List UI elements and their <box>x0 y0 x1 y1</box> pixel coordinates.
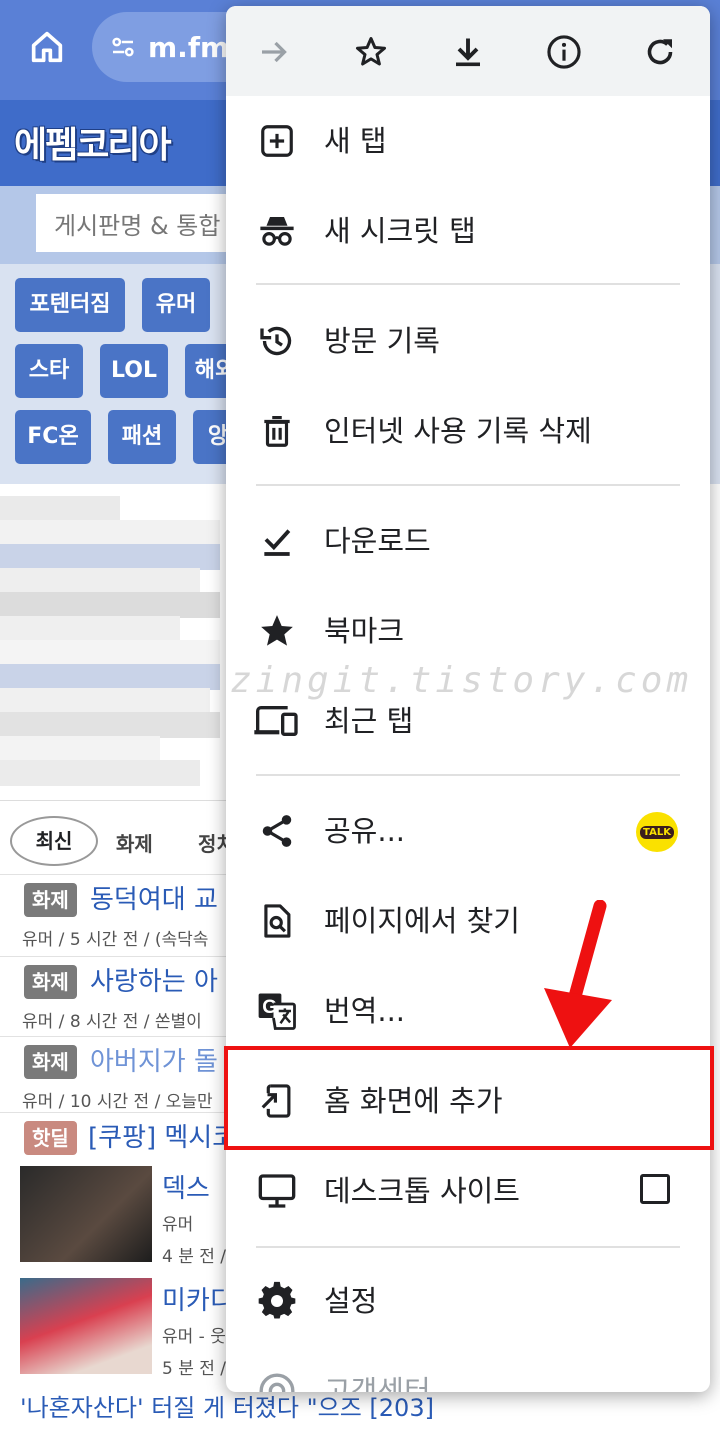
list-item[interactable]: 화제 사랑하는 아 유머 / 8 시간 전 / 쏜별이 <box>0 956 240 1037</box>
menu-item-history[interactable]: 방문 기록 <box>226 296 710 386</box>
page-info-button[interactable] <box>540 28 588 76</box>
star-icon <box>356 37 386 66</box>
menu-item-label: 페이지에서 찾기 <box>324 904 520 938</box>
site-settings-icon <box>112 37 134 57</box>
bookmark-button[interactable] <box>347 28 395 76</box>
find-in-page-icon <box>256 900 298 942</box>
history-icon <box>256 320 298 362</box>
list-item[interactable]: 화제 아버지가 돌 유머 / 10 시간 전 / 오늘만 <box>0 1036 240 1113</box>
watermark-text: zingit.tistory.com <box>230 660 693 701</box>
post-meta: 유머 / 10 시간 전 / 오늘만 <box>22 1092 213 1112</box>
menu-divider <box>256 1246 680 1248</box>
blurred-content <box>0 486 225 786</box>
tag-button[interactable]: 포텐터짐 <box>15 278 125 332</box>
menu-divider <box>256 774 680 776</box>
highlight-box <box>224 1046 714 1150</box>
info-icon <box>547 35 581 69</box>
tag-button[interactable]: 스타 <box>15 344 83 398</box>
menu-item-label: 다운로드 <box>324 524 431 558</box>
post-title[interactable]: 덱스 <box>162 1168 210 1205</box>
settings-icon <box>256 1280 298 1322</box>
post-title: 사랑하는 아 <box>90 967 218 997</box>
tag-button[interactable]: 유머 <box>142 278 210 332</box>
trash-icon <box>256 410 298 452</box>
forward-button[interactable] <box>250 28 298 76</box>
menu-item-label: 새 탭 <box>324 124 387 158</box>
menu-item-label: 인터넷 사용 기록 삭제 <box>324 414 592 448</box>
post-thumbnail[interactable] <box>20 1166 152 1262</box>
desktop-site-checkbox[interactable] <box>640 1174 670 1204</box>
menu-item-settings[interactable]: 설정 <box>226 1256 710 1346</box>
menu-item-help[interactable]: 고객센터 <box>226 1346 710 1392</box>
menu-item-new-tab[interactable]: 새 탭 <box>226 96 710 186</box>
bookmark-star-icon <box>256 610 298 652</box>
menu-item-new-incognito-tab[interactable]: 새 시크릿 탭 <box>226 186 710 276</box>
list-item[interactable]: 핫딜 [쿠팡] 멕시코 <box>0 1112 240 1163</box>
menu-item-desktop-site[interactable]: 데스크톱 사이트 <box>226 1146 710 1236</box>
incognito-icon <box>256 210 298 252</box>
menu-item-label: 데스크톱 사이트 <box>324 1174 520 1208</box>
post-meta: 유머 - 웃 <box>162 1327 226 1347</box>
post-title: 아버지가 돌 <box>90 1047 218 1077</box>
download-button[interactable] <box>444 28 492 76</box>
devices-icon <box>252 700 300 742</box>
forward-icon <box>262 41 287 63</box>
download-icon <box>456 38 480 67</box>
post-title[interactable]: 미카디 <box>162 1280 234 1317</box>
download-done-icon <box>256 520 298 562</box>
translate-icon: G <box>256 990 298 1032</box>
help-icon <box>256 1370 298 1392</box>
tag-button[interactable]: FC온 <box>15 410 91 464</box>
share-icon <box>256 810 298 852</box>
menu-item-label: 설정 <box>324 1284 378 1318</box>
menu-item-label: 번역... <box>324 994 406 1028</box>
refresh-button[interactable] <box>636 28 684 76</box>
post-title: 동덕여대 교 <box>90 885 218 915</box>
post-thumbnail[interactable] <box>20 1278 152 1374</box>
post-meta: 유머 / 8 시간 전 / 쏜별이 <box>22 1012 202 1032</box>
menu-item-find-in-page[interactable]: 페이지에서 찾기 <box>226 876 710 966</box>
category-badge: 화제 <box>24 965 77 999</box>
menu-item-clear-browsing-data[interactable]: 인터넷 사용 기록 삭제 <box>226 386 710 476</box>
menu-action-row <box>226 6 710 96</box>
post-meta: 5 분 전 / <box>162 1359 227 1379</box>
hotdeal-badge: 핫딜 <box>24 1121 77 1155</box>
post-meta: 유머 / 5 시간 전 / (속닥속 <box>22 930 209 950</box>
kakaotalk-badge-label: TALK <box>640 825 674 839</box>
menu-item-translate[interactable]: G 번역... <box>226 966 710 1056</box>
home-icon <box>31 31 63 63</box>
url-text: m.fm <box>148 30 230 64</box>
menu-item-label: 새 시크릿 탭 <box>324 214 476 248</box>
post-meta: 유머 <box>162 1215 194 1235</box>
post-title: [쿠팡] 멕시코 <box>88 1123 237 1153</box>
refresh-icon <box>647 39 673 65</box>
menu-item-share[interactable]: 공유... TALK <box>226 786 710 876</box>
post-meta: 4 분 전 / <box>162 1247 227 1267</box>
category-badge: 화제 <box>24 1045 77 1079</box>
menu-item-label: 고객센터 <box>324 1374 431 1392</box>
menu-item-downloads[interactable]: 다운로드 <box>226 496 710 586</box>
tab-latest[interactable]: 최신 <box>10 816 98 866</box>
list-item[interactable]: 화제 동덕여대 교 유머 / 5 시간 전 / (속닥속 <box>0 874 240 957</box>
menu-item-label: 공유... <box>324 814 406 848</box>
new-tab-icon <box>256 120 298 162</box>
category-badge: 화제 <box>24 883 77 917</box>
post-title[interactable]: '나혼자산다' 터질 게 터졌다 "으즈 [203] <box>20 1388 720 1423</box>
home-button[interactable] <box>22 22 72 72</box>
menu-divider <box>256 283 680 285</box>
tab-hot[interactable]: 화제 <box>116 828 153 857</box>
annotation-arrow-icon <box>544 900 612 1048</box>
site-logo[interactable]: 에펨코리아 <box>14 116 172 168</box>
tag-button[interactable]: LOL <box>100 344 168 398</box>
tag-button[interactable]: 패션 <box>108 410 176 464</box>
desktop-icon <box>256 1170 298 1212</box>
menu-item-label: 방문 기록 <box>324 324 440 358</box>
kakaotalk-icon[interactable]: TALK <box>636 812 678 852</box>
menu-divider <box>256 484 680 486</box>
